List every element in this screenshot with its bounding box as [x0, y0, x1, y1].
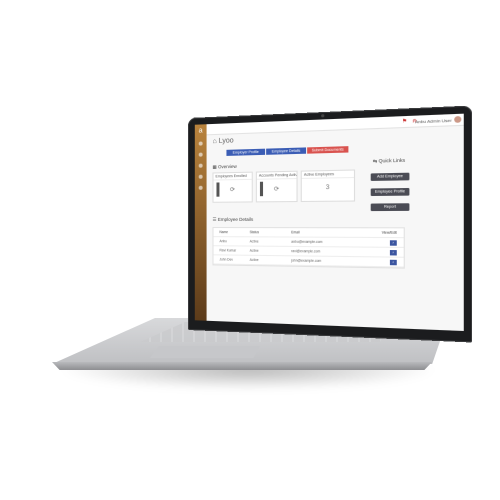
- quick-links-title: ⇆ Quick Links: [372, 157, 406, 164]
- top-bar: ⚑ ⍾ Anbu Admin User: [206, 113, 464, 136]
- step-employee-details[interactable]: Employee Details: [266, 147, 307, 155]
- cell-status: Active: [249, 257, 259, 263]
- column-status[interactable]: Status: [250, 230, 292, 234]
- report-button[interactable]: Report: [370, 203, 410, 212]
- stat-card-pending[interactable]: Accounts Pending Activation ⟳: [255, 170, 298, 203]
- laptop-scene: a ⚑ ⍾ Anbu Admin User ⌂ Lyoo Employer Pr…: [0, 0, 500, 500]
- table-row[interactable]: John Dev Active john@example.com ⌕: [213, 255, 404, 268]
- step-employer-profile[interactable]: Employer Profile: [226, 148, 266, 156]
- laptop-front-edge: [52, 362, 432, 370]
- stat-card-header: Accounts Pending Activation: [256, 171, 297, 180]
- link-icon: ⇆: [372, 158, 378, 164]
- app-screen: a ⚑ ⍾ Anbu Admin User ⌂ Lyoo Employer Pr…: [194, 113, 464, 332]
- flag-icon[interactable]: ⚑: [402, 118, 407, 125]
- cell-status: Active: [249, 248, 259, 253]
- user-name[interactable]: Anbu Admin User: [415, 117, 452, 124]
- stat-card-header: Employees Enrolled: [213, 172, 252, 181]
- sidebar-item-settings[interactable]: [198, 185, 203, 190]
- stat-card-enrolled[interactable]: Employees Enrolled ⟳: [212, 171, 253, 203]
- step-submit-documents[interactable]: Submit Documents: [307, 146, 349, 154]
- app-logo[interactable]: a: [195, 127, 207, 134]
- sidebar-item-dashboard[interactable]: [198, 141, 203, 146]
- sidebar-item-employees[interactable]: [198, 152, 203, 157]
- sidebar-item-documents[interactable]: [198, 163, 203, 168]
- brand-title: ⌂ Lyoo: [213, 137, 234, 145]
- brand-name: Lyoo: [218, 137, 234, 146]
- chart-icon: ▦: [212, 164, 217, 170]
- view-icon[interactable]: ⌕: [389, 259, 397, 265]
- cell-email: ravi@example.com: [291, 249, 321, 254]
- add-employee-button[interactable]: Add Employee: [370, 172, 410, 181]
- sidebar: a: [194, 124, 207, 321]
- cell-email: john@example.com: [291, 258, 322, 264]
- cell-status: Active: [249, 239, 259, 244]
- users-icon: ☰: [212, 216, 217, 222]
- employee-profile-button[interactable]: Employee Profile: [370, 187, 410, 197]
- employee-details-title: ☰ Employee Details: [212, 216, 254, 222]
- column-name[interactable]: Name: [213, 230, 249, 234]
- refresh-icon: ⟳: [229, 187, 236, 194]
- laptop-trackpad: [150, 346, 260, 358]
- view-icon[interactable]: ⌕: [389, 249, 397, 255]
- refresh-icon: ⟳: [273, 186, 280, 193]
- employee-table: Name Status Email View/Edit Anbu Active …: [212, 227, 405, 269]
- cell-email: anbu@example.com: [291, 239, 323, 245]
- home-icon: ⌂: [212, 137, 217, 146]
- stat-card-active[interactable]: Active Employees 3: [300, 169, 356, 203]
- cell-name: Ravi Kumar: [219, 248, 237, 253]
- camera-icon: [321, 114, 325, 118]
- progress-steps: Employer Profile Employee Details Submit…: [226, 146, 349, 156]
- overview-title: ▦ Overview: [212, 163, 237, 170]
- sidebar-item-reports[interactable]: [198, 174, 203, 179]
- column-view-edit: View/Edit: [381, 230, 397, 235]
- cell-name: John Dev: [219, 257, 233, 262]
- cell-name: Anbu: [219, 239, 227, 244]
- column-email[interactable]: Email: [291, 230, 367, 234]
- view-icon[interactable]: ⌕: [389, 239, 397, 246]
- stat-card-header: Active Employees: [301, 170, 354, 179]
- avatar[interactable]: [454, 115, 462, 123]
- stat-card-value: 3: [325, 184, 330, 192]
- laptop-screen-bezel: a ⚑ ⍾ Anbu Admin User ⌂ Lyoo Employer Pr…: [188, 105, 473, 343]
